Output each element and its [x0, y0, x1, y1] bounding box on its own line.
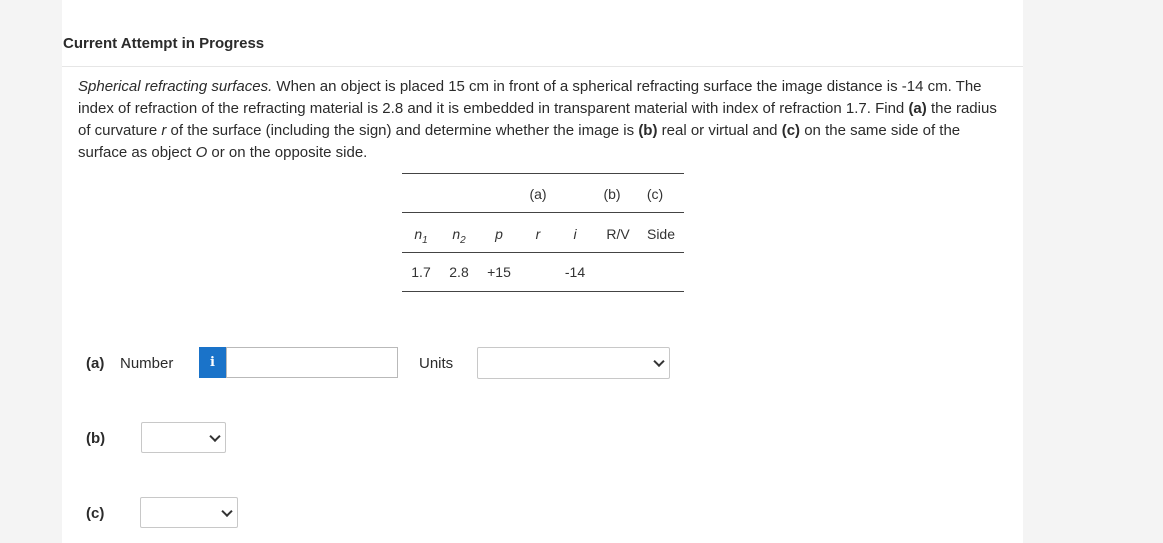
units-select[interactable] [477, 347, 670, 379]
header-n2: n2 [452, 226, 466, 246]
part-b-ref: (b) [638, 122, 658, 139]
table-rule [402, 212, 684, 213]
number-input[interactable] [226, 347, 398, 378]
problem-title: Spherical refracting surfaces. [78, 78, 273, 95]
part-c-ref: (c) [781, 122, 801, 139]
divider [62, 66, 1023, 67]
chevron-down-icon [209, 430, 221, 442]
table-group-b: (b) [603, 186, 621, 202]
header-p: p [495, 226, 503, 242]
problem-statement: Spherical refracting surfaces. When an o… [78, 76, 1013, 164]
cell-n1: 1.7 [411, 264, 431, 280]
part-b-label: (b) [86, 430, 106, 447]
table-group-a: (a) [529, 186, 547, 202]
table-rule-top [402, 173, 684, 174]
info-icon[interactable]: i [199, 347, 226, 378]
chevron-down-icon [221, 505, 233, 517]
real-virtual-select[interactable] [141, 422, 226, 453]
cell-n2: 2.8 [449, 264, 469, 280]
problem-text: of the surface (including the sign) and … [166, 122, 639, 139]
number-label: Number [120, 355, 174, 372]
problem-text: real or virtual and [657, 122, 782, 139]
table-rule [402, 252, 684, 253]
side-select[interactable] [140, 497, 238, 528]
header-r: r [535, 226, 541, 242]
header-side: Side [646, 226, 676, 242]
table-group-c: (c) [646, 186, 664, 202]
cell-p: +15 [487, 264, 511, 280]
units-label: Units [419, 355, 454, 372]
page-title: Current Attempt in Progress [63, 35, 265, 52]
part-c-label: (c) [86, 505, 105, 522]
chevron-down-icon [653, 355, 665, 368]
part-a-label: (a) [86, 355, 105, 372]
header-n1: n1 [414, 226, 428, 246]
part-a-ref: (a) [908, 100, 927, 117]
cell-i: -14 [564, 264, 586, 280]
header-rv: R/V [606, 226, 630, 242]
problem-text: or on the opposite side. [207, 144, 368, 161]
header-i: i [573, 226, 577, 242]
table-rule-bottom [402, 291, 684, 292]
var-o: O [195, 144, 208, 161]
